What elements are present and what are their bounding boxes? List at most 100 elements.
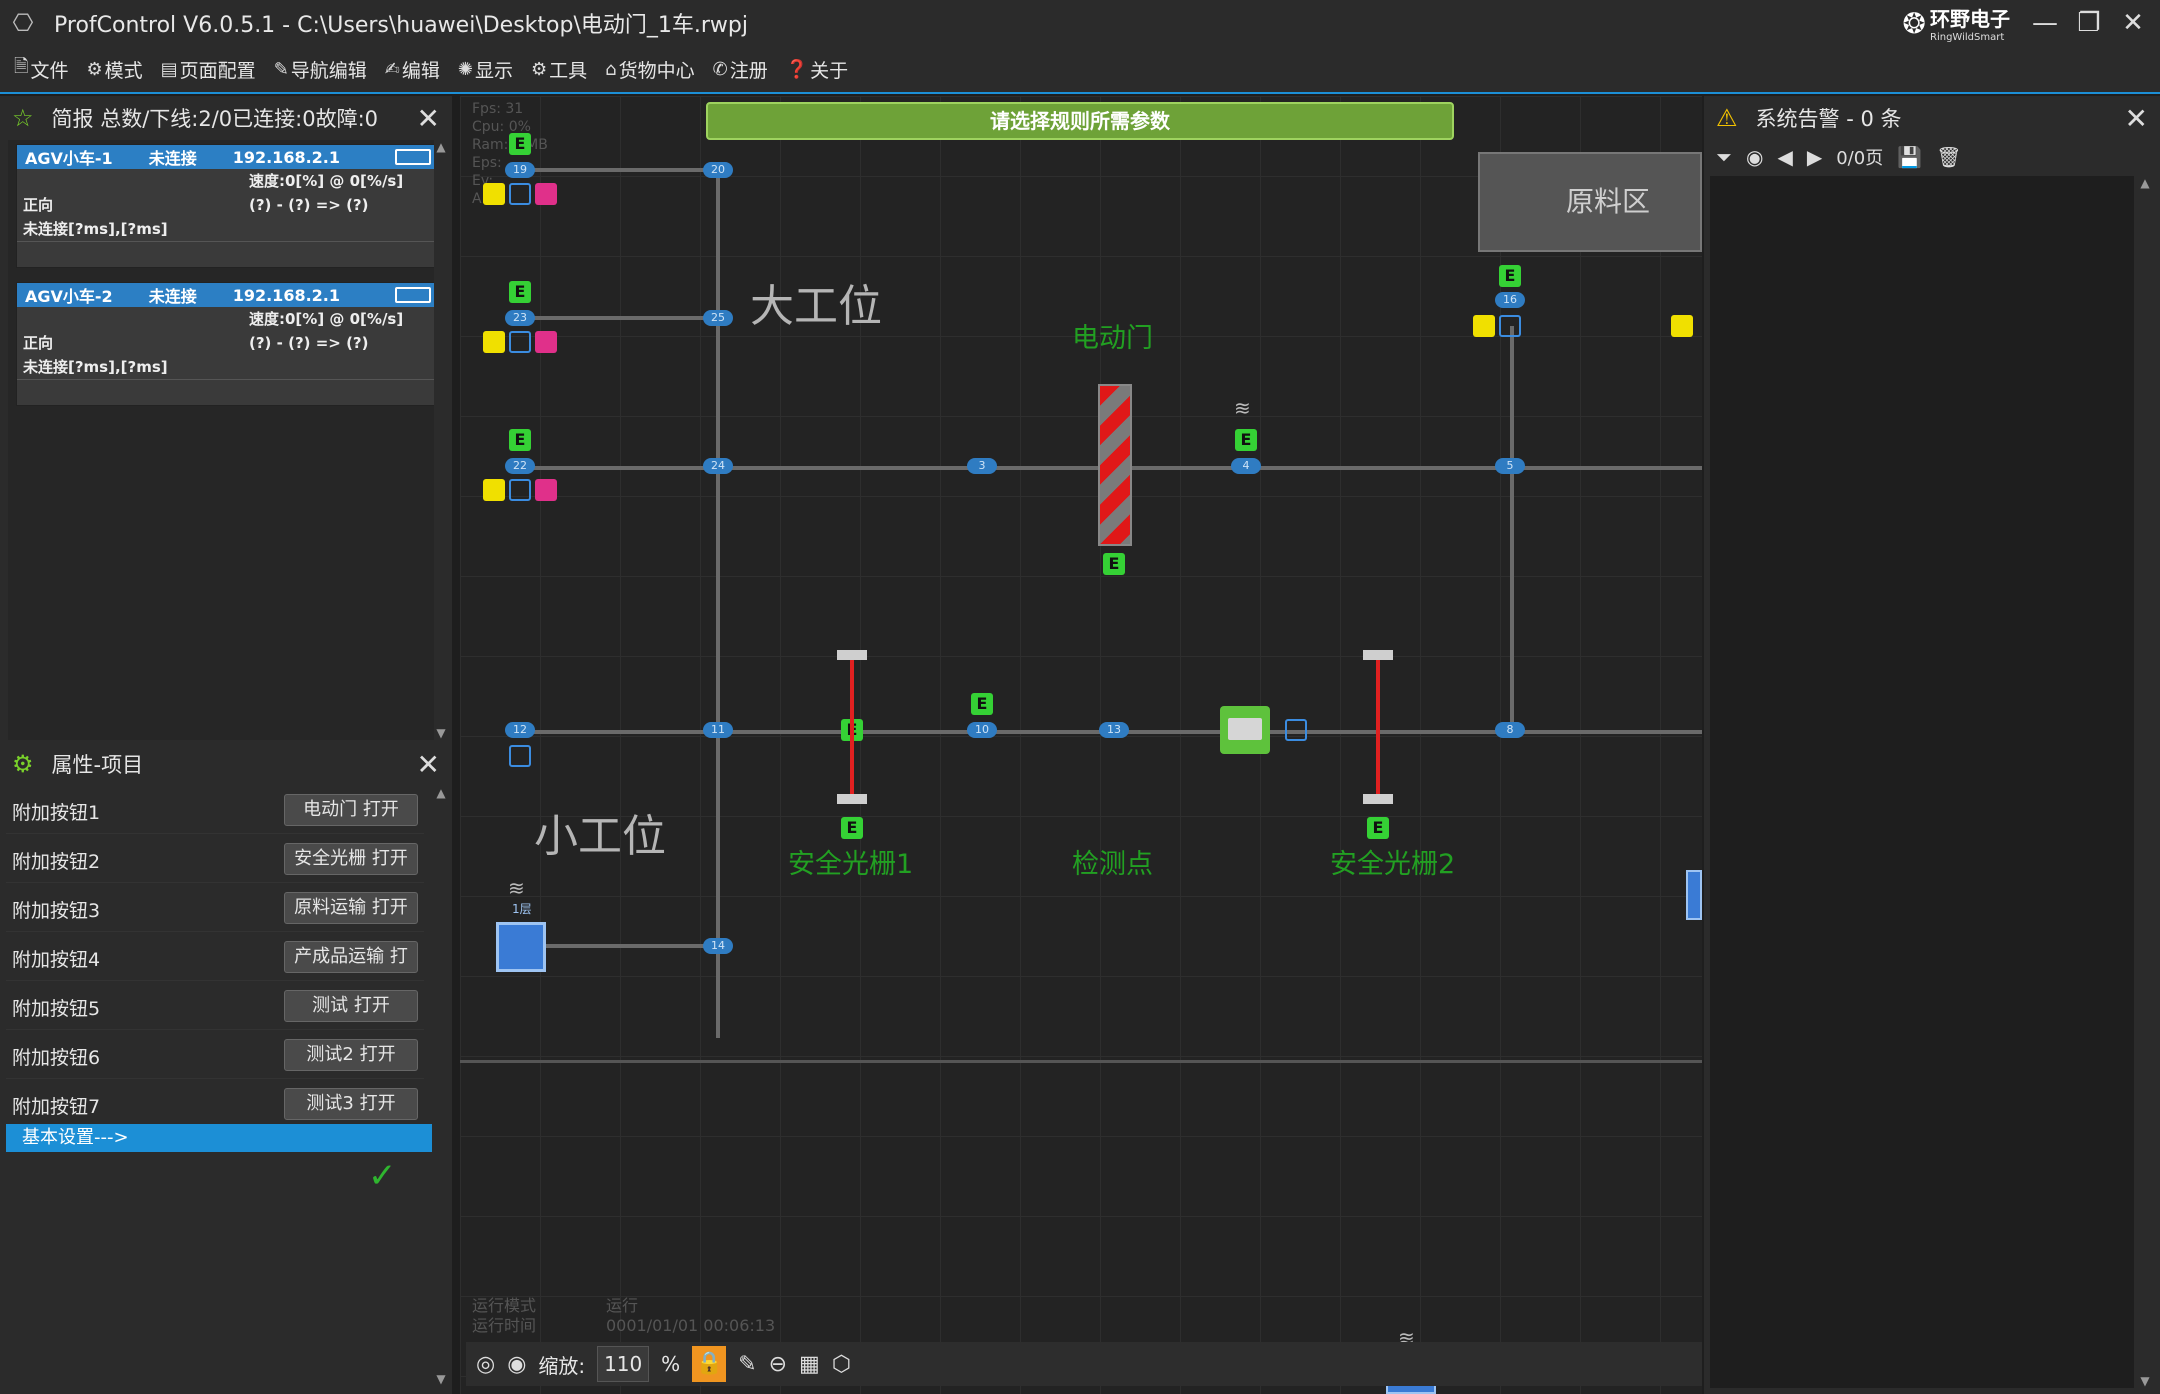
map-node[interactable]: 12	[505, 722, 535, 738]
map-node[interactable]: 19	[505, 162, 535, 178]
map-node[interactable]: 20	[703, 162, 733, 178]
menu-page-config[interactable]: ▤ 页面配置	[161, 56, 256, 83]
menu-nav-edit[interactable]: ✎ 导航编辑	[274, 56, 367, 83]
scroll-down-icon[interactable]: ▼	[2138, 1374, 2152, 1388]
menu-cargo-center[interactable]: ⌂ 货物中心	[605, 56, 694, 83]
menu-tools[interactable]: ⚙ 工具	[531, 56, 587, 83]
light-curtain-open-button[interactable]: 安全光栅 打开	[284, 843, 418, 875]
checkpoint-device[interactable]	[1220, 706, 1270, 754]
pink-station-icon[interactable]	[535, 331, 557, 353]
menu-edit[interactable]: ✍ 编辑	[385, 56, 440, 83]
menu-mode[interactable]: ⚙ 模式	[87, 56, 143, 83]
pencil-icon[interactable]: ✎	[738, 1352, 756, 1377]
yellow-station-icon[interactable]	[1473, 315, 1495, 337]
yellow-station-icon[interactable]	[483, 183, 505, 205]
e-station-icon[interactable]: E	[841, 817, 863, 839]
close-window-button[interactable]: ✕	[2114, 4, 2152, 42]
map-canvas[interactable]: Fps: 31 Cpu: 0% Ram: 0 MB Eps: Ev: A: 请选…	[460, 96, 1702, 1394]
alarm-list[interactable]	[1710, 176, 2134, 1388]
light-curtain-1-beam[interactable]	[850, 660, 854, 794]
menu-display[interactable]: ✺ 显示	[458, 56, 513, 83]
maximize-button[interactable]: ❐	[2070, 4, 2108, 42]
map-node[interactable]: 25	[703, 310, 733, 326]
e-station-icon[interactable]: E	[971, 693, 993, 715]
properties-scrollbar[interactable]: ▲ ▼	[434, 786, 448, 1386]
checkmark-icon[interactable]: ✓	[368, 1156, 397, 1196]
door-open-button[interactable]: 电动门 打开	[284, 794, 418, 826]
prev-page-icon[interactable]: ◀	[1777, 145, 1792, 169]
blue-station-icon[interactable]	[509, 183, 531, 205]
lock-icon[interactable]: 🔒	[692, 1346, 727, 1382]
map-node[interactable]: 16	[1495, 292, 1525, 308]
close-alarm-button[interactable]: ✕	[2125, 102, 2148, 135]
blue-station-icon[interactable]	[509, 479, 531, 501]
e-station-icon[interactable]: E	[1235, 429, 1257, 451]
map-node[interactable]: 4	[1231, 458, 1261, 474]
scroll-up-icon[interactable]: ▲	[434, 140, 448, 154]
save-icon[interactable]: 💾	[1897, 145, 1922, 169]
lift-device[interactable]	[496, 922, 546, 972]
blue-station-icon[interactable]	[1285, 719, 1307, 741]
map-node[interactable]: 24	[703, 458, 733, 474]
rule-banner[interactable]: 请选择规则所需参数	[706, 102, 1454, 140]
agv-card[interactable]: AGV小车-2 未连接 192.168.2.1 速度:0[%] @ 0[%/s]…	[16, 282, 438, 406]
map-node[interactable]: 23	[505, 310, 535, 326]
map-node[interactable]: 13	[1099, 722, 1129, 738]
eye-icon[interactable]: ◉	[507, 1352, 526, 1377]
test-button[interactable]: 测试 打开	[284, 990, 418, 1022]
minimize-button[interactable]: —	[2026, 4, 2064, 42]
record-icon[interactable]: ◉	[1746, 145, 1763, 169]
menu-file[interactable]: 🗎 文件	[14, 54, 69, 84]
yellow-station-icon[interactable]	[483, 479, 505, 501]
electric-door[interactable]	[1098, 384, 1132, 546]
map-node[interactable]: 5	[1495, 458, 1525, 474]
scroll-up-icon[interactable]: ▲	[2138, 176, 2152, 190]
filter-icon[interactable]: ⏷	[1716, 145, 1732, 169]
basic-settings-row[interactable]: 基本设置--->	[6, 1124, 432, 1152]
e-station-icon[interactable]: E	[509, 429, 531, 451]
alarm-scrollbar[interactable]: ▲ ▼	[2138, 176, 2152, 1388]
test2-button[interactable]: 测试2 打开	[284, 1039, 418, 1071]
e-station-icon[interactable]: E	[509, 281, 531, 303]
close-brief-button[interactable]: ✕	[417, 102, 440, 135]
brief-scrollbar[interactable]: ▲ ▼	[434, 140, 448, 740]
close-properties-button[interactable]: ✕	[417, 748, 440, 781]
map-node[interactable]: 10	[967, 722, 997, 738]
zoom-input[interactable]: 110	[597, 1346, 650, 1382]
lift-device-3[interactable]	[1686, 870, 1702, 920]
next-page-icon[interactable]: ▶	[1807, 145, 1822, 169]
trash-icon[interactable]: 🗑	[1936, 145, 1961, 169]
menu-about[interactable]: ❓ 关于	[786, 56, 848, 83]
yellow-station-icon[interactable]	[483, 331, 505, 353]
scroll-down-icon[interactable]: ▼	[434, 1372, 448, 1386]
agv-card[interactable]: AGV小车-1 未连接 192.168.2.1 速度:0[%] @ 0[%/s]…	[16, 144, 438, 268]
blue-station-icon[interactable]	[1499, 315, 1521, 337]
e-station-icon[interactable]: E	[1499, 265, 1521, 287]
map-node[interactable]: 22	[505, 458, 535, 474]
test3-button[interactable]: 测试3 打开	[284, 1088, 418, 1120]
blue-station-icon[interactable]	[509, 331, 531, 353]
menu-register[interactable]: ✆ 注册	[713, 56, 768, 83]
e-station-icon[interactable]: E	[1103, 553, 1125, 575]
home-icon: ⌂	[605, 58, 617, 80]
hide-icon[interactable]: ◎	[476, 1352, 495, 1377]
yellow-station-icon[interactable]	[1671, 315, 1693, 337]
minus-circle-icon[interactable]: ⊖	[769, 1352, 787, 1377]
pink-station-icon[interactable]	[535, 183, 557, 205]
e-station-icon[interactable]: E	[509, 133, 531, 155]
scroll-down-icon[interactable]: ▼	[434, 726, 448, 740]
cube-icon[interactable]: ⬡	[832, 1352, 851, 1377]
raw-material-zone[interactable]: 原料区	[1478, 152, 1702, 252]
map-node[interactable]: 11	[703, 722, 733, 738]
map-node[interactable]: 8	[1495, 722, 1525, 738]
map-node[interactable]: 3	[967, 458, 997, 474]
product-transport-button[interactable]: 产成品运输 打	[284, 941, 418, 973]
blue-station-icon[interactable]	[509, 745, 531, 767]
light-curtain-2-beam[interactable]	[1376, 660, 1380, 794]
scroll-up-icon[interactable]: ▲	[434, 786, 448, 800]
raw-transport-button[interactable]: 原料运输 打开	[284, 892, 418, 924]
calendar-icon[interactable]: ▦	[799, 1352, 820, 1377]
e-station-icon[interactable]: E	[1367, 817, 1389, 839]
map-node[interactable]: 14	[703, 938, 733, 954]
pink-station-icon[interactable]	[535, 479, 557, 501]
